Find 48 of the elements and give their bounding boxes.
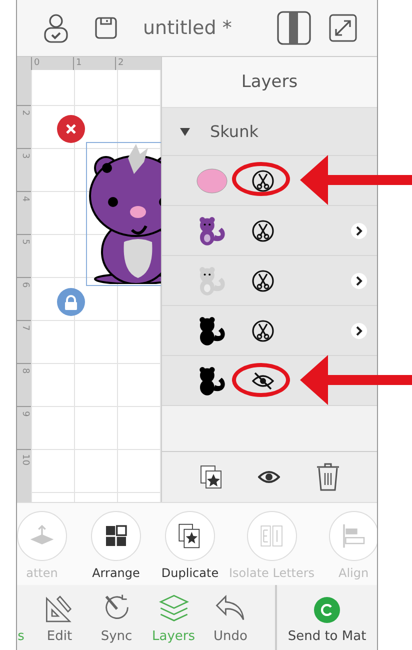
nav-tab[interactable]: Undo <box>202 585 259 650</box>
ruler-label: 2 <box>20 110 30 116</box>
eye-icon[interactable] <box>258 470 280 484</box>
lock-button[interactable] <box>57 288 85 316</box>
tool-label: Isolate Letters <box>229 566 315 580</box>
expand-icon[interactable] <box>329 14 357 42</box>
tool-label: Duplicate <box>161 566 219 580</box>
nav-tab[interactable]: Sync <box>88 585 145 650</box>
lock-icon <box>64 294 78 310</box>
ruler-label: 1 <box>73 57 115 70</box>
chevron-icon[interactable] <box>351 272 367 288</box>
delete-button[interactable] <box>57 115 85 143</box>
ruler-label: 9 <box>20 411 30 417</box>
nav-tab[interactable]: Edit <box>31 585 88 650</box>
ruler-label: 7 <box>20 325 30 331</box>
hidden-eye-icon[interactable] <box>252 370 274 390</box>
ruler-label: 0 <box>31 57 73 70</box>
scissors-icon[interactable] <box>252 220 274 242</box>
ruler-label: 3 <box>20 153 30 159</box>
ruler-label: 2 <box>115 57 157 70</box>
duplicate-button[interactable] <box>165 511 215 561</box>
ruler-label: 6 <box>20 282 30 288</box>
ruler-label: 5 <box>20 239 30 245</box>
duplicate-icon[interactable] <box>200 465 222 489</box>
document-title: untitled * <box>143 17 233 39</box>
chevron-icon[interactable] <box>351 322 367 338</box>
save-icon[interactable] <box>95 17 117 39</box>
split-view-icon[interactable] <box>277 11 311 45</box>
account-icon[interactable] <box>43 13 69 43</box>
ruler-label: 8 <box>20 368 30 374</box>
expanded-triangle-icon[interactable] <box>180 128 190 136</box>
panel-title: Layers <box>162 57 377 108</box>
scissors-icon[interactable] <box>252 170 274 192</box>
layer-group-row[interactable]: Skunk <box>162 108 377 156</box>
cricut-logo-icon <box>314 597 340 623</box>
scissors-icon[interactable] <box>252 320 274 342</box>
scissors-icon[interactable] <box>252 270 274 292</box>
ruler-label: 10 <box>20 454 30 466</box>
tool-label: Arrange <box>92 566 140 580</box>
arrange-button[interactable] <box>91 511 141 561</box>
tool-label: Align <box>338 566 369 580</box>
chevron-icon[interactable] <box>351 222 367 238</box>
group-name: Skunk <box>210 122 258 141</box>
trash-icon[interactable] <box>316 463 340 491</box>
close-icon <box>66 124 76 134</box>
layer-row[interactable] <box>162 306 377 356</box>
ruler-label: 4 <box>20 196 30 202</box>
tool-label: atten <box>26 566 58 580</box>
